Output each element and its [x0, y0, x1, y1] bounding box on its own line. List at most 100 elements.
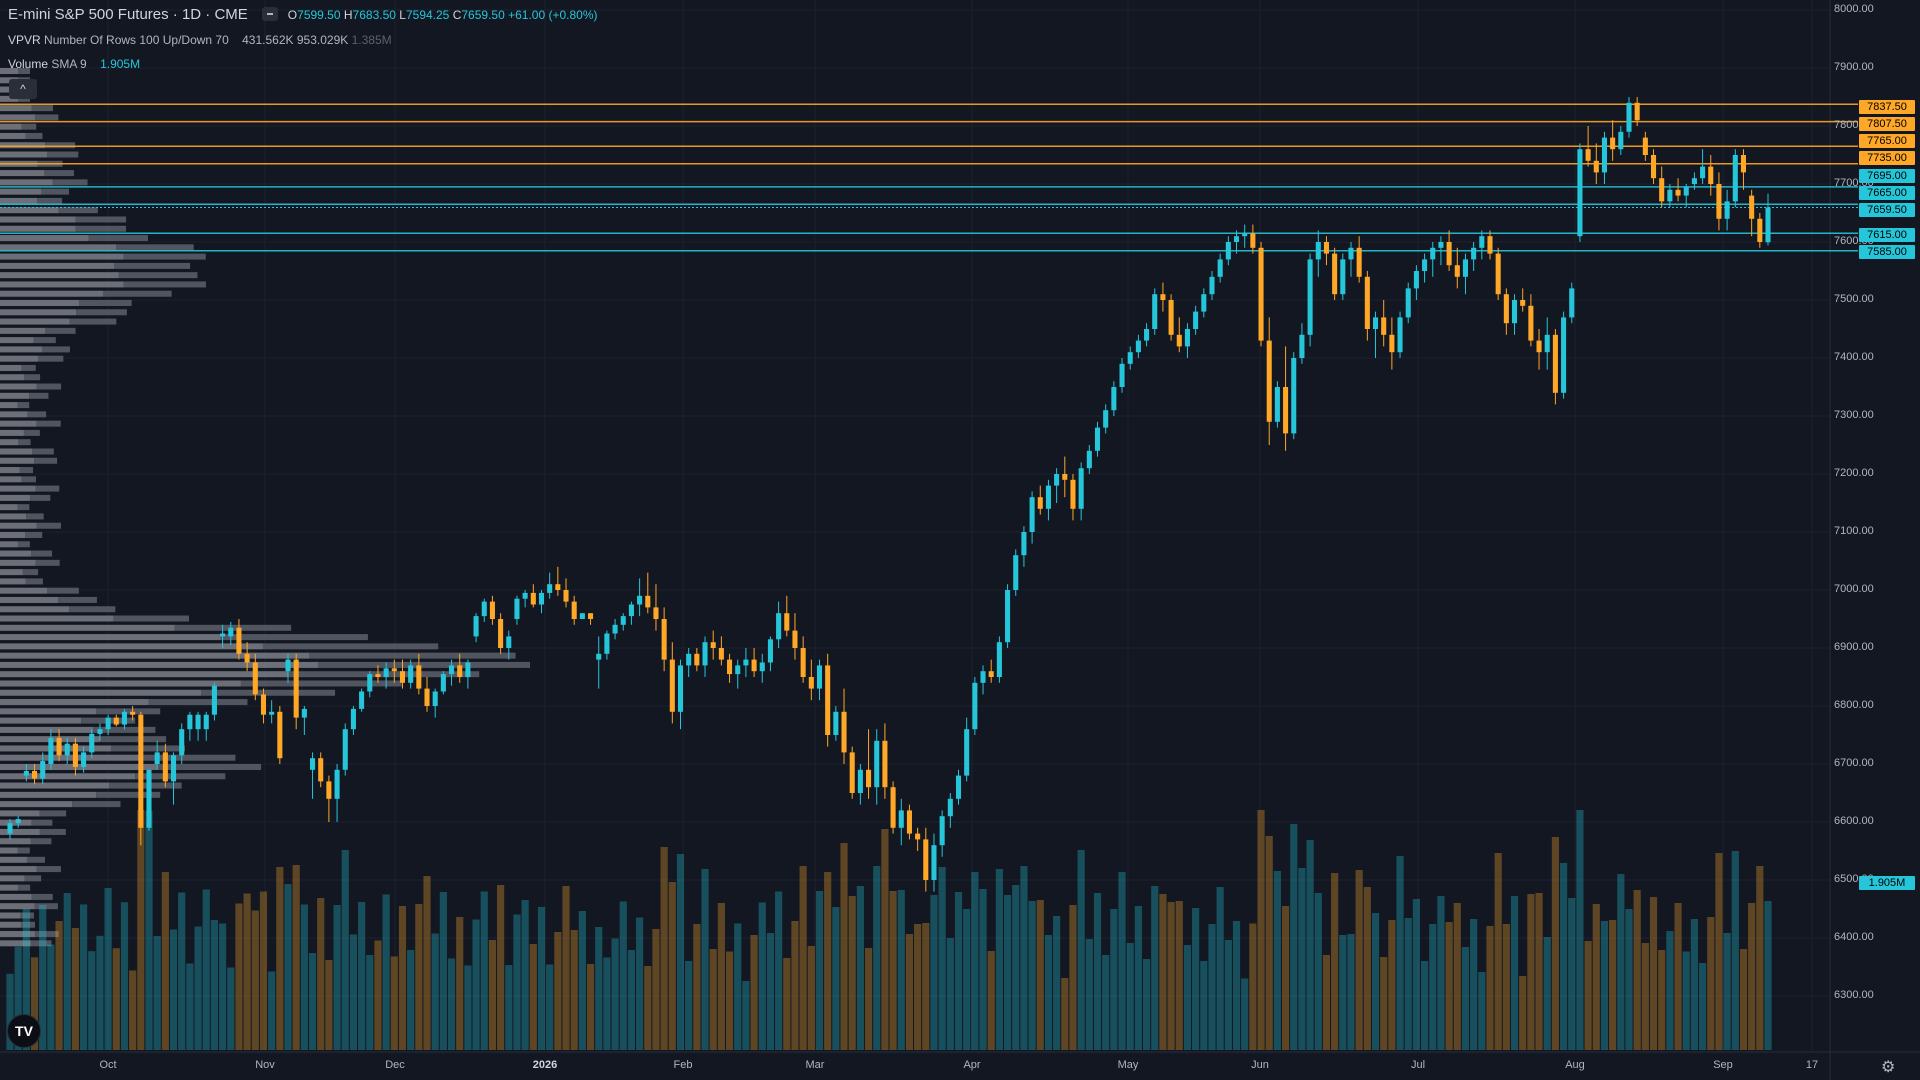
candle-body — [244, 653, 250, 663]
candle-body — [563, 590, 569, 602]
volume-bar — [390, 956, 398, 1050]
volume-bar — [1600, 921, 1609, 1050]
volume-bar — [488, 940, 497, 1050]
candle-body — [1454, 265, 1460, 277]
volume-bar — [169, 929, 178, 1050]
volume-bar — [317, 898, 325, 1050]
volume-bar — [349, 934, 358, 1050]
profile-bar-down — [27, 411, 47, 418]
volume-bar — [1216, 887, 1224, 1050]
volume-bar — [1020, 866, 1028, 1050]
collapse-legend-button[interactable]: ^ — [9, 79, 37, 99]
profile-bar-down — [36, 866, 61, 873]
profile-bar-up — [0, 587, 48, 594]
volume-bar — [382, 894, 390, 1050]
volume-bar — [1404, 918, 1412, 1050]
profile-bar-down — [29, 392, 49, 399]
profile-bar-down — [41, 346, 70, 353]
candle-body — [1184, 329, 1190, 347]
volume-bar — [1102, 955, 1110, 1050]
candle-body — [481, 601, 487, 617]
vpvr-legend[interactable]: VPVR Number Of Rows 100 Up/Down 70 431.5… — [8, 33, 392, 47]
price-axis-tick: 7300.00 — [1834, 409, 1874, 421]
volume-bar — [971, 872, 979, 1050]
candle-body — [833, 711, 839, 735]
volume-bar — [1265, 836, 1273, 1050]
volume-bar — [595, 927, 603, 1050]
profile-bar-up — [0, 828, 40, 835]
volume-bar — [456, 917, 464, 1050]
profile-bar-up — [0, 606, 70, 613]
date-axis-tick: Mar — [805, 1059, 825, 1071]
candle-body — [1029, 497, 1035, 532]
candle-body — [1675, 189, 1681, 196]
volume-bar — [80, 904, 88, 1050]
volume-bar — [1012, 885, 1020, 1050]
profile-bar-down — [69, 318, 117, 325]
candle-body — [1201, 294, 1207, 312]
profile-bar-down — [25, 578, 43, 585]
volume-bar — [848, 896, 856, 1050]
volume-bar — [1707, 917, 1715, 1050]
volume-bar — [1183, 945, 1192, 1050]
candle-body — [1315, 242, 1321, 260]
candle-body — [612, 624, 618, 634]
candle-body — [767, 639, 773, 663]
date-axis-tick: 17 — [1805, 1059, 1819, 1071]
hide-eye-icon[interactable] — [261, 7, 278, 22]
chart-canvas[interactable] — [0, 0, 1920, 1080]
profile-bar-up — [0, 364, 22, 371]
profile-bar-up — [0, 374, 25, 381]
date-axis-tick: May — [1117, 1059, 1139, 1071]
volume-bar — [1044, 935, 1053, 1050]
candle-body — [522, 592, 528, 599]
volume-bar — [1502, 924, 1510, 1050]
profile-bar-up — [0, 318, 70, 325]
symbol-legend[interactable]: E-mini S&P 500 Futures · 1D · CME O7599.5… — [8, 6, 598, 23]
volume-bar — [1134, 906, 1142, 1050]
profile-bar-down — [26, 856, 45, 863]
date-axis-tick: Aug — [1565, 1059, 1585, 1071]
candle-body — [1364, 276, 1370, 329]
volume-bar — [1486, 926, 1494, 1050]
volume-legend[interactable]: Volume SMA 9 1.905M — [8, 57, 140, 71]
candle-body — [350, 708, 356, 730]
profile-bar-down — [123, 253, 206, 260]
price-tag: 7807.50 — [1859, 117, 1915, 131]
candle-body — [1438, 242, 1444, 248]
profile-bar-down — [24, 374, 41, 381]
volume-bar — [1380, 957, 1388, 1050]
profile-bar-down — [41, 188, 69, 195]
gear-icon[interactable]: ⚙ — [1881, 1057, 1895, 1077]
volume-bar — [472, 919, 480, 1050]
profile-bar-up — [0, 281, 124, 288]
change-value: +61.00 (+0.80%) — [508, 8, 598, 22]
profile-bar-up — [0, 596, 59, 603]
profile-bar-down — [39, 810, 67, 817]
volume-bar — [668, 882, 676, 1050]
volume-bar — [619, 901, 627, 1050]
profile-bar-down — [23, 429, 40, 436]
candle-body — [1168, 300, 1174, 335]
profile-bar-down — [88, 235, 148, 242]
price-axis-tick: 7900.00 — [1834, 61, 1874, 73]
volume-bar — [930, 895, 938, 1050]
volume-bar — [644, 966, 652, 1050]
candle-body — [1610, 137, 1616, 150]
profile-bar-up — [0, 745, 111, 752]
candle-body — [40, 761, 46, 779]
profile-bar-down — [34, 903, 58, 910]
volume-bar — [1609, 920, 1617, 1050]
volume-bar — [1281, 906, 1290, 1050]
tradingview-logo-icon[interactable]: TV — [7, 1014, 41, 1048]
candle-body — [1291, 358, 1297, 434]
volume-bar — [1028, 901, 1036, 1050]
date-axis-tick: Dec — [385, 1059, 405, 1071]
profile-bar-up — [0, 197, 38, 204]
profile-bar-down — [99, 736, 167, 743]
vpvr-value-up: 431.562K — [242, 33, 294, 47]
volume-bar — [685, 961, 693, 1050]
candle-body — [162, 752, 168, 782]
volume-bar — [325, 960, 333, 1050]
profile-bar-up — [0, 856, 27, 863]
